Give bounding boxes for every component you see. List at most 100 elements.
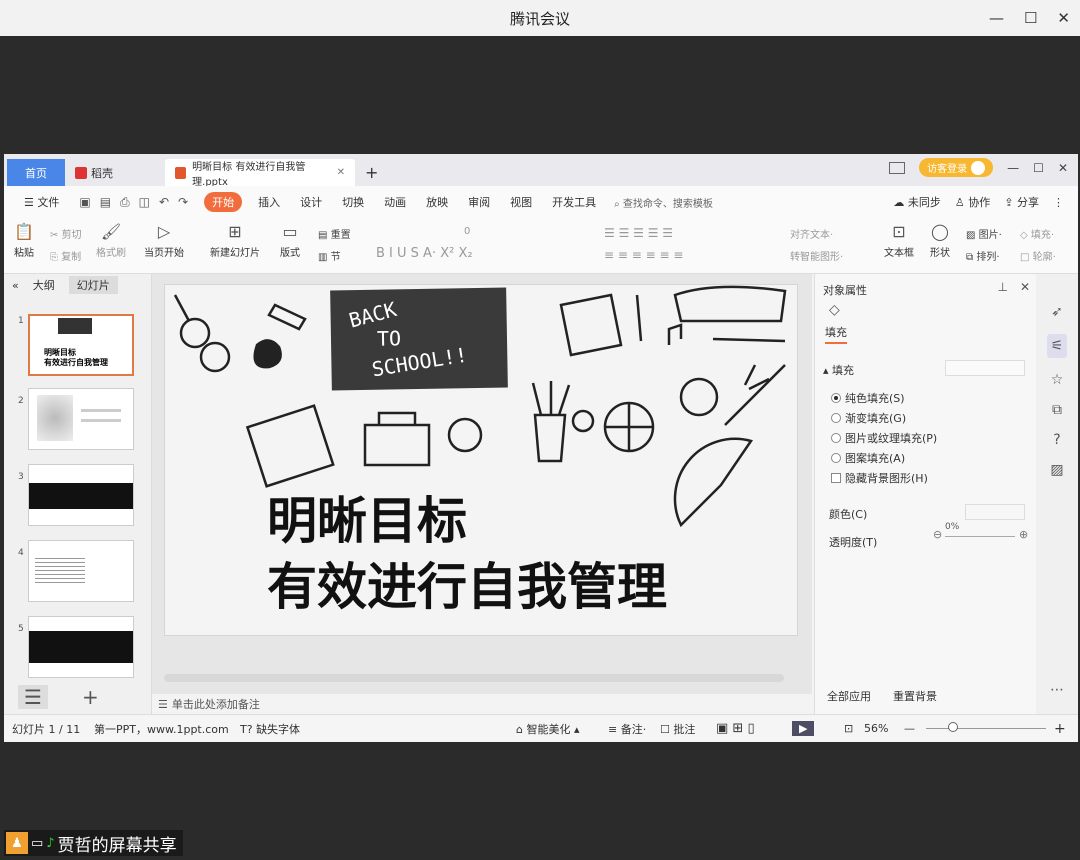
zoom-level[interactable]: 56% [864, 722, 888, 735]
reset-background-button[interactable]: 重置背景 [893, 688, 937, 704]
to-smart-button[interactable]: 转智能图形· [790, 248, 843, 263]
layout-button[interactable]: ▭ 版式 [280, 222, 300, 259]
wps-close-button[interactable]: ✕ [1058, 161, 1068, 175]
zoom-in-button[interactable]: + [1054, 721, 1066, 737]
slideshow-play-button[interactable]: ▶ [792, 721, 815, 736]
minimize-button[interactable]: — [989, 9, 1004, 27]
pin-icon[interactable]: ⊥ [997, 280, 1007, 294]
menu-icon[interactable]: ☰ [18, 685, 48, 709]
wps-maximize-button[interactable]: ☐ [1033, 161, 1044, 175]
menu-developer[interactable]: 开发工具 [542, 194, 606, 210]
menu-file[interactable]: ☰ 文件 [14, 194, 69, 210]
sync-button[interactable]: ☁ 未同步 [893, 194, 941, 210]
guest-login-button[interactable]: 访客登录 [919, 158, 994, 177]
new-tab-button[interactable]: + [355, 159, 385, 186]
tab-outline[interactable]: 大纲 [33, 277, 55, 293]
align-icons[interactable]: ≡ ≡ ≡ ≡ ≡ ≡ [604, 248, 683, 262]
menu-view[interactable]: 视图 [500, 194, 542, 210]
arrange-button[interactable]: ⧉ 排列· [966, 248, 1000, 263]
zoom-slider-thumb[interactable] [948, 722, 958, 732]
textbox-button[interactable]: ⊡ 文本框 [884, 222, 914, 259]
pin-star-icon[interactable]: ☆ [1051, 372, 1064, 388]
tab-document[interactable]: 明晰目标 有效进行自我管理.pptx ✕ [165, 159, 355, 188]
more-icon[interactable]: ⋮ [1053, 196, 1064, 209]
pattern-fill-radio[interactable]: 图案填充(A) [831, 450, 905, 466]
slide-thumbnail-2[interactable] [28, 388, 134, 450]
view-mode-icons[interactable]: ▣ ⊞ ▯ [716, 721, 755, 736]
paragraph-icons[interactable]: ☰ ☰ ☰ ☰ ☰ [604, 226, 673, 240]
wps-minimize-button[interactable]: — [1007, 161, 1019, 175]
notes-area[interactable]: ☰ 单击此处添加备注 [152, 694, 812, 714]
tab-daoke[interactable]: 稻壳 [65, 159, 165, 186]
transparency-slider[interactable] [945, 536, 1015, 537]
transparency-plus[interactable]: ⊕ [1019, 528, 1028, 541]
hide-background-checkbox[interactable]: 隐藏背景图形(H) [831, 470, 928, 486]
tab-home[interactable]: 首页 [7, 159, 65, 186]
undo-icon[interactable]: ↶ [159, 195, 169, 210]
section-button[interactable]: ▥ 节 [318, 248, 341, 263]
reset-button[interactable]: ▤ 重置 [318, 226, 351, 241]
zoom-out-button[interactable]: — [904, 722, 915, 735]
preview-icon[interactable]: ◫ [139, 195, 150, 210]
close-pane-icon[interactable]: ✕ [1020, 280, 1030, 294]
help-icon[interactable]: ? [1053, 432, 1060, 448]
slide-thumbnail-5[interactable] [28, 616, 134, 678]
menu-animation[interactable]: 动画 [374, 194, 416, 210]
horizontal-scrollbar[interactable] [164, 674, 784, 682]
picture-button[interactable]: ▨ 图片· [966, 226, 1002, 241]
add-slide-icon[interactable]: + [82, 685, 99, 709]
paste-button[interactable]: 📋 粘贴 [14, 222, 34, 259]
slide-thumbnail-1[interactable]: 明晰目标 有效进行自我管理 [28, 314, 134, 376]
screen-share-indicator[interactable]: ♟ ▭ ♪ 贾哲的屏幕共享 [4, 830, 183, 856]
fill-dropdown[interactable] [945, 360, 1025, 376]
fill-button[interactable]: ◇ 填充· [1020, 226, 1054, 241]
apply-all-button[interactable]: 全部应用 [827, 688, 871, 704]
shape-button[interactable]: ◯ 形状 [930, 222, 950, 259]
solid-fill-radio[interactable]: 纯色填充(S) [831, 390, 905, 406]
slide-thumbnail-4[interactable] [28, 540, 134, 602]
slide-title-line2[interactable]: 有效进行自我管理 [267, 557, 667, 617]
new-slide-button[interactable]: ⊞ 新建幻灯片 [210, 222, 260, 259]
fill-bucket-icon[interactable]: ◇ [829, 302, 840, 318]
tab-slides[interactable]: 幻灯片 [68, 276, 118, 294]
missing-font-button[interactable]: T? 缺失字体 [240, 721, 300, 737]
font-format-icons[interactable]: B I U S A· X² X₂ [376, 246, 473, 261]
rocket-icon[interactable]: ➶ [1051, 304, 1063, 320]
picture-fill-radio[interactable]: 图片或纹理填充(P) [831, 430, 937, 446]
color-picker[interactable] [965, 504, 1025, 520]
maximize-button[interactable]: ☐ [1024, 9, 1037, 27]
export-icon[interactable]: ▤ [100, 195, 111, 210]
align-text-button[interactable]: 对齐文本· [790, 226, 833, 241]
image-tool-icon[interactable]: ▨ [1050, 462, 1063, 478]
tab-close-icon[interactable]: ✕ [337, 167, 345, 178]
menu-insert[interactable]: 插入 [248, 194, 290, 210]
menu-slideshow[interactable]: 放映 [416, 194, 458, 210]
slide-title-line1[interactable]: 明晰目标 [267, 491, 467, 551]
play-from-current-button[interactable]: ▷ 当页开始 [144, 222, 184, 259]
window-list-icon[interactable] [889, 161, 906, 174]
close-button[interactable]: ✕ [1057, 9, 1070, 27]
fit-window-icon[interactable]: ⊡ [844, 722, 853, 735]
fill-section-header[interactable]: ▴ 填充 [823, 362, 854, 378]
beautify-button[interactable]: ⌂ 智能美化 ▴ [516, 721, 580, 737]
print-icon[interactable]: ⎙ [120, 195, 130, 210]
outline-button[interactable]: □ 轮廓· [1020, 248, 1056, 263]
collab-button[interactable]: ♙ 协作 [955, 194, 990, 210]
cut-button[interactable]: ✂ 剪切 [50, 226, 82, 241]
slide-1[interactable]: BACK TO SCHOOL!! 明晰目标 有效进行自我管理 [164, 284, 798, 636]
command-search[interactable]: ⌕ 查找命令、搜索模板 [614, 195, 713, 210]
format-painter-button[interactable]: 🖌 格式刷 [96, 222, 126, 259]
collapse-pane-icon[interactable]: « [12, 279, 19, 292]
settings-sliders-icon[interactable]: ⚟ [1046, 334, 1068, 358]
gradient-fill-radio[interactable]: 渐变填充(G) [831, 410, 906, 426]
save-icon[interactable]: ▣ [79, 195, 90, 210]
tab-fill[interactable]: 填充 [825, 324, 847, 344]
menu-review[interactable]: 审阅 [458, 194, 500, 210]
transparency-minus[interactable]: ⊖ [933, 528, 942, 541]
zoom-slider[interactable] [926, 728, 1046, 729]
slide-thumbnail-3[interactable] [28, 464, 134, 526]
menu-design[interactable]: 设计 [290, 194, 332, 210]
redo-icon[interactable]: ↷ [178, 195, 188, 210]
copy-screen-icon[interactable]: ⧉ [1052, 402, 1062, 418]
comments-toggle[interactable]: ☐ 批注 [660, 721, 695, 737]
